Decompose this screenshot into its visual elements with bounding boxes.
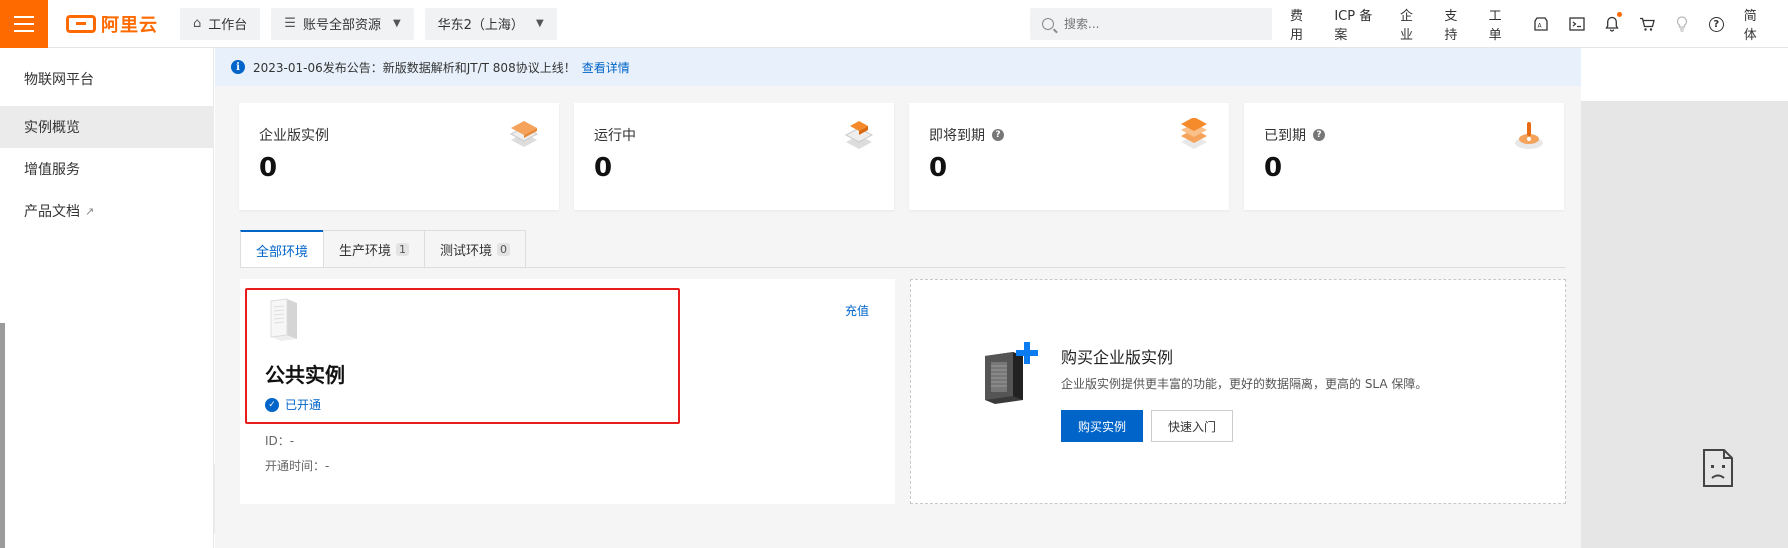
sidebar: 物联网平台 实例概览 增值服务 产品文档 ↗ xyxy=(0,48,214,548)
aliyun-logo-icon xyxy=(66,14,96,33)
tabs-divider xyxy=(240,267,1566,268)
running-stack-icon xyxy=(844,121,874,149)
tab-production[interactable]: 生产环境 1 xyxy=(323,230,426,267)
count-badge: 1 xyxy=(396,242,410,256)
tab-test[interactable]: 测试环境 0 xyxy=(424,230,527,267)
link-icp[interactable]: ICP 备案 xyxy=(1334,5,1378,43)
home-icon: ⌂ xyxy=(193,16,202,31)
buy-instance-button[interactable]: 购买实例 xyxy=(1061,410,1143,442)
language-switch[interactable]: 简体 xyxy=(1744,5,1766,43)
bell-icon[interactable] xyxy=(1605,12,1622,32)
api-icon[interactable]: A xyxy=(1533,16,1549,32)
link-enterprise[interactable]: 企业 xyxy=(1400,5,1422,43)
alert-stack-icon xyxy=(1515,122,1543,149)
sidebar-item-value-added-services[interactable]: 增值服务 xyxy=(0,148,214,190)
stat-card-expiring: 即将到期? 0 xyxy=(909,103,1229,210)
instance-title: 公共实例 xyxy=(265,363,345,387)
count-badge: 0 xyxy=(497,242,511,256)
external-link-icon: ↗ xyxy=(85,204,95,218)
buy-title: 购买企业版实例 xyxy=(1061,348,1174,367)
stat-card-running: 运行中 0 xyxy=(574,103,894,210)
search-icon xyxy=(1042,18,1054,30)
buy-description: 企业版实例提供更丰富的功能，更好的数据隔离，更高的 SLA 保障。 xyxy=(1061,377,1428,391)
stack-icon xyxy=(509,121,539,147)
stat-card-expired: 已到期? 0 xyxy=(1244,103,1564,210)
region-dropdown[interactable]: 华东2（上海） ▼ xyxy=(424,7,557,40)
chevron-down-icon: ▼ xyxy=(535,18,544,29)
right-side-panel xyxy=(1581,101,1788,548)
announcement-details-link[interactable]: 查看详情 xyxy=(582,59,630,76)
link-ticket[interactable]: 工单 xyxy=(1489,5,1511,43)
left-scroll-strip xyxy=(0,323,5,548)
notification-dot xyxy=(1616,12,1622,17)
info-icon: i xyxy=(231,60,245,74)
workbench-button[interactable]: ⌂ 工作台 xyxy=(180,7,261,40)
chevron-down-icon: ▼ xyxy=(392,18,401,29)
resource-group-dropdown[interactable]: ☰ 账号全部资源 ▼ xyxy=(271,7,414,40)
tab-all-environments[interactable]: 全部环境 xyxy=(240,230,325,268)
help-icon[interactable]: ? xyxy=(1708,16,1724,32)
terminal-icon[interactable] xyxy=(1569,16,1585,32)
svg-text:A: A xyxy=(1537,23,1542,30)
expiring-stack-icon xyxy=(1181,118,1207,149)
hamburger-menu-button[interactable] xyxy=(0,0,48,48)
quick-start-button[interactable]: 快速入门 xyxy=(1151,410,1233,442)
link-support[interactable]: 支持 xyxy=(1444,5,1466,43)
help-icon[interactable]: ? xyxy=(992,129,1004,141)
broken-page-icon xyxy=(1703,449,1733,487)
search-box[interactable] xyxy=(1030,8,1272,40)
check-circle-icon: ✓ xyxy=(265,397,279,412)
cart-icon[interactable] xyxy=(1639,16,1655,32)
announcement-bar: i 2023-01-06发布公告：新版数据解析和JT/T 808协议上线！ 查看… xyxy=(215,48,1581,86)
instance-open-time: 开通时间：- xyxy=(265,459,330,473)
sidebar-item-instance-overview[interactable]: 实例概览 xyxy=(0,106,214,148)
stat-card-enterprise: 企业版实例 0 xyxy=(239,103,559,210)
server-add-icon xyxy=(985,342,1038,404)
link-billing[interactable]: 费用 xyxy=(1290,5,1312,43)
main-content: i 2023-01-06发布公告：新版数据解析和JT/T 808协议上线！ 查看… xyxy=(215,48,1581,548)
top-navbar: 阿里云 ⌂ 工作台 ☰ 账号全部资源 ▼ 华东2（上海） ▼ 费用 ICP 备案… xyxy=(0,0,1788,48)
environment-tabs: 全部环境 生产环境 1 测试环境 0 xyxy=(240,230,527,268)
announcement-text: 2023-01-06发布公告：新版数据解析和JT/T 808协议上线！ xyxy=(253,60,576,75)
top-links: 费用 ICP 备案 企业 支持 工单 A ? 简体 xyxy=(1290,0,1788,48)
instance-id: ID：- xyxy=(265,434,295,448)
list-icon: ☰ xyxy=(284,16,296,31)
status-badge: ✓ 已开通 xyxy=(265,396,321,413)
public-instance-card[interactable]: 公共实例 ✓ 已开通 充值 ID：- 开通时间：- xyxy=(240,279,895,504)
server-icon xyxy=(270,298,297,341)
lightbulb-icon[interactable] xyxy=(1675,16,1689,32)
help-icon[interactable]: ? xyxy=(1313,129,1325,141)
sidebar-item-product-docs[interactable]: 产品文档 ↗ xyxy=(0,190,214,232)
buy-enterprise-card: 购买企业版实例 企业版实例提供更丰富的功能，更好的数据隔离，更高的 SLA 保障… xyxy=(910,279,1566,504)
sidebar-title: 物联网平台 xyxy=(24,72,94,88)
recharge-link[interactable]: 充值 xyxy=(845,302,869,319)
search-input[interactable] xyxy=(1064,17,1254,31)
aliyun-logo[interactable]: 阿里云 xyxy=(66,11,158,37)
